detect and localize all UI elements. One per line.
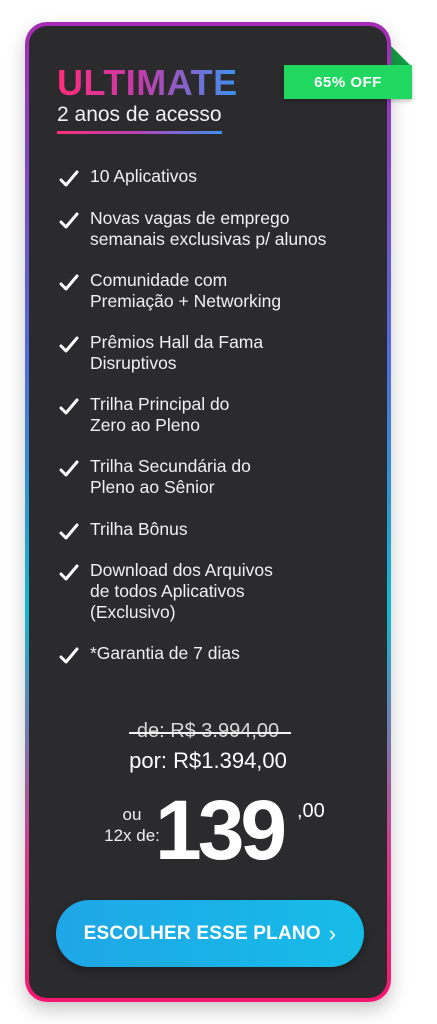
choose-plan-button[interactable]: ESCOLHER ESSE PLANO ›	[56, 900, 364, 967]
check-icon	[59, 460, 79, 477]
current-price: por: R$1.394,00	[129, 748, 287, 773]
choose-plan-label: ESCOLHER ESSE PLANO	[83, 922, 321, 944]
check-icon	[59, 274, 79, 291]
check-icon	[59, 564, 79, 581]
installment-cents: ,00	[297, 800, 325, 822]
feature-item: *Garantia de 7 dias	[59, 643, 379, 666]
feature-text: Trilha Principal do Zero ao Pleno	[90, 394, 230, 435]
check-icon	[59, 523, 79, 540]
feature-item: Novas vagas de emprego semanais exclusiv…	[59, 208, 379, 250]
discount-badge: 65% OFF	[284, 65, 412, 99]
plan-duration: 2 anos de acesso	[57, 102, 222, 134]
check-icon	[59, 647, 79, 664]
pricing-card-body: ULTIMATE 2 anos de acesso 10 Aplicativos…	[29, 26, 387, 998]
check-icon	[59, 170, 79, 187]
feature-text: Prêmios Hall da Fama Disruptivos	[90, 332, 264, 373]
pricing-card: ULTIMATE 2 anos de acesso 10 Aplicativos…	[25, 22, 391, 1002]
check-icon	[59, 398, 79, 415]
installment-value: 139	[155, 783, 287, 877]
feature-text: Comunidade com Premiação + Networking	[90, 270, 282, 311]
feature-item: Trilha Secundária do Pleno ao Sênior	[59, 456, 379, 498]
feature-text: Novas vagas de emprego semanais exclusiv…	[90, 208, 327, 249]
badge-fold	[389, 44, 411, 66]
check-icon	[59, 336, 79, 353]
feature-item: Download dos Arquivos de todos Aplicativ…	[59, 560, 379, 623]
feature-text: Download dos Arquivos de todos Aplicativ…	[90, 560, 273, 622]
feature-text: 10 Aplicativos	[90, 166, 198, 186]
feature-item: Prêmios Hall da Fama Disruptivos	[59, 332, 379, 374]
old-price: de: R$ 3.994,00	[128, 720, 292, 742]
feature-item: Trilha Bônus	[59, 519, 379, 542]
feature-item: 10 Aplicativos	[59, 166, 379, 189]
chevron-right-icon: ›	[328, 920, 337, 946]
feature-text: Trilha Secundária do Pleno ao Sênior	[90, 456, 251, 497]
feature-item: Comunidade com Premiação + Networking	[59, 270, 379, 312]
plan-name: ULTIMATE	[57, 62, 238, 103]
feature-item: Trilha Principal do Zero ao Pleno	[59, 394, 379, 436]
check-icon	[59, 212, 79, 229]
feature-text: *Garantia de 7 dias	[90, 643, 240, 663]
feature-text: Trilha Bônus	[90, 519, 188, 539]
